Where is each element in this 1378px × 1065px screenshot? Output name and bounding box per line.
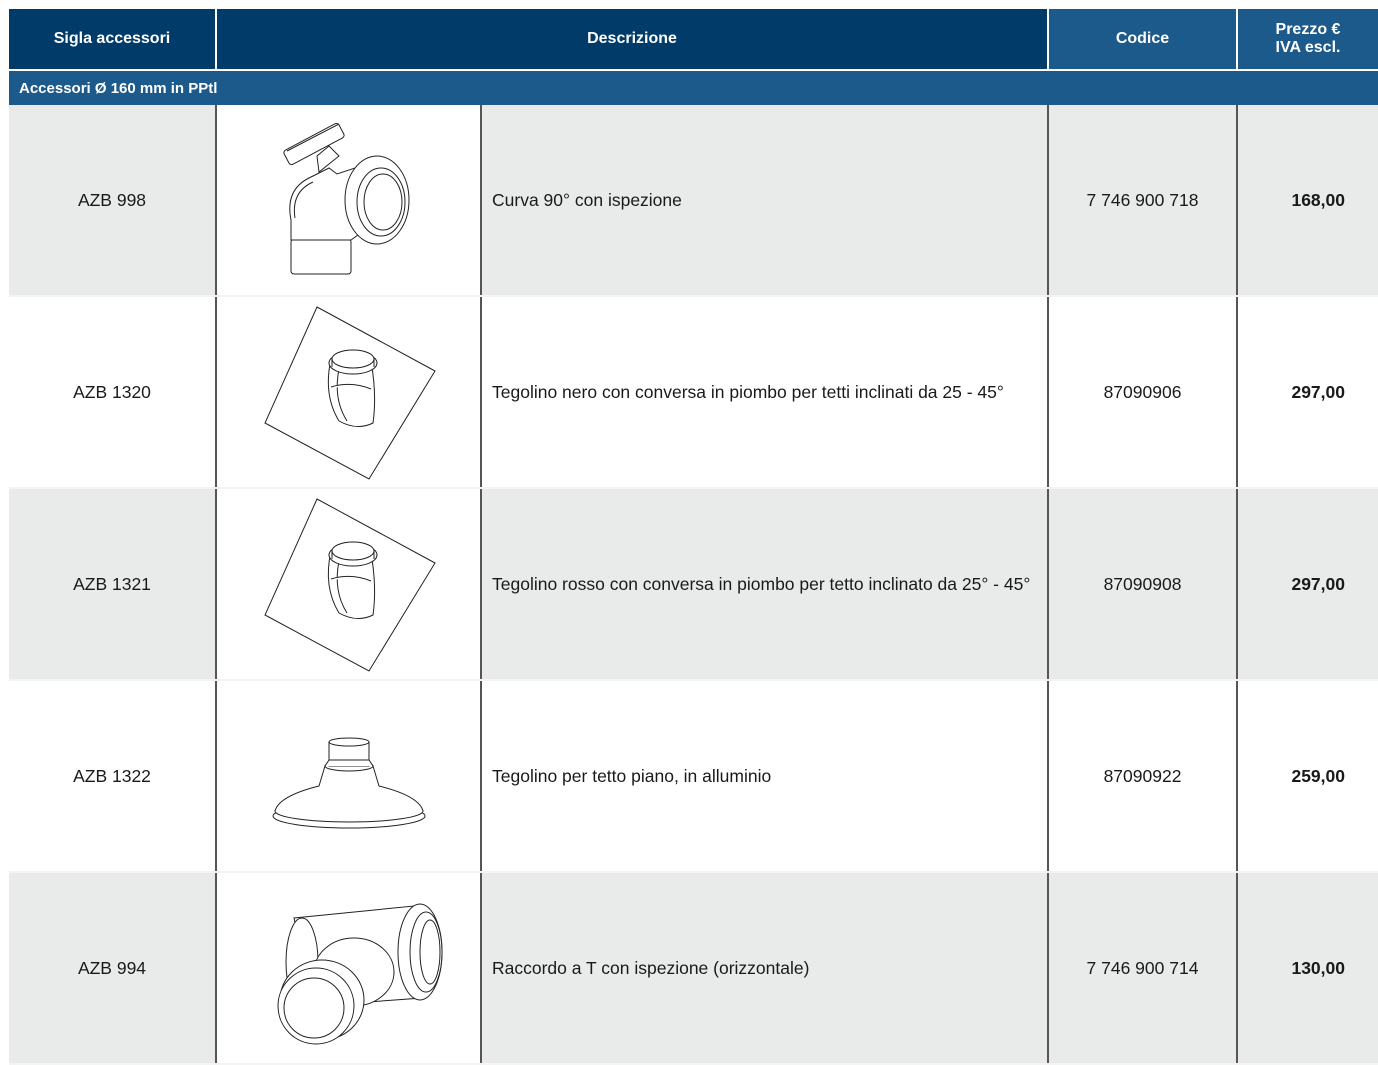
flat-roof-flashing-icon: [259, 716, 439, 836]
cell-image: [216, 680, 482, 873]
header-sigla: Sigla accessori: [9, 9, 217, 70]
cell-prezzo: 259,00: [1237, 680, 1378, 873]
section-row: Accessori Ø 160 mm in PPtl: [9, 69, 1378, 105]
cell-codice: 87090908: [1048, 488, 1238, 681]
pitched-roof-flashing-icon: [259, 303, 439, 481]
table-row: AZB 1322 Tegolino per tetto piano, in al…: [9, 680, 1378, 873]
cell-codice: 87090922: [1048, 680, 1238, 873]
section-title: Accessori Ø 160 mm in PPtl: [9, 69, 1378, 105]
cell-sigla: AZB 994: [9, 872, 217, 1065]
cell-descrizione: Tegolino nero con conversa in piombo per…: [481, 296, 1049, 489]
table-row: AZB 1321 Tegolino rosso con conversa in …: [9, 488, 1378, 681]
cell-sigla: AZB 998: [9, 105, 217, 297]
price-list: Sigla accessori Descrizione Codice Prezz…: [9, 9, 1378, 1065]
cell-codice: 7 746 900 718: [1048, 105, 1238, 297]
cell-descrizione: Tegolino per tetto piano, in alluminio: [481, 680, 1049, 873]
cell-descrizione: Curva 90° con ispezione: [481, 105, 1049, 297]
cell-image: [216, 488, 482, 681]
table-header: Sigla accessori Descrizione Codice Prezz…: [9, 9, 1378, 70]
table-row: AZB 994 Raccordo a T con ispezione (oriz…: [9, 872, 1378, 1065]
accessories-table: Sigla accessori Descrizione Codice Prezz…: [9, 9, 1378, 1065]
table-row: AZB 1320 Tegolino nero con conversa in p…: [9, 296, 1378, 489]
cell-image: [216, 872, 482, 1065]
cell-image: [216, 296, 482, 489]
pitched-roof-flashing-icon: [259, 495, 439, 673]
cell-descrizione: Tegolino rosso con conversa in piombo pe…: [481, 488, 1049, 681]
header-prezzo-line2: IVA escl.: [1275, 39, 1341, 56]
header-codice: Codice: [1048, 9, 1238, 70]
cell-prezzo: 130,00: [1237, 872, 1378, 1065]
elbow-90-inspection-icon: [269, 120, 429, 280]
cell-prezzo: 297,00: [1237, 488, 1378, 681]
header-prezzo-line1: Prezzo €: [1275, 21, 1341, 38]
cell-descrizione: Raccordo a T con ispezione (orizzontale): [481, 872, 1049, 1065]
table-row: AZB 998 Curva 90° con ispezione 7 746 90…: [9, 105, 1378, 297]
cell-sigla: AZB 1320: [9, 296, 217, 489]
cell-prezzo: 297,00: [1237, 296, 1378, 489]
cell-sigla: AZB 1322: [9, 680, 217, 873]
cell-prezzo: 168,00: [1237, 105, 1378, 297]
cell-sigla: AZB 1321: [9, 488, 217, 681]
tee-inspection-icon: [244, 888, 454, 1048]
cell-codice: 7 746 900 714: [1048, 872, 1238, 1065]
header-descrizione: Descrizione: [216, 9, 1049, 70]
cell-codice: 87090906: [1048, 296, 1238, 489]
cell-image: [216, 105, 482, 297]
header-prezzo: Prezzo € IVA escl.: [1237, 9, 1378, 70]
